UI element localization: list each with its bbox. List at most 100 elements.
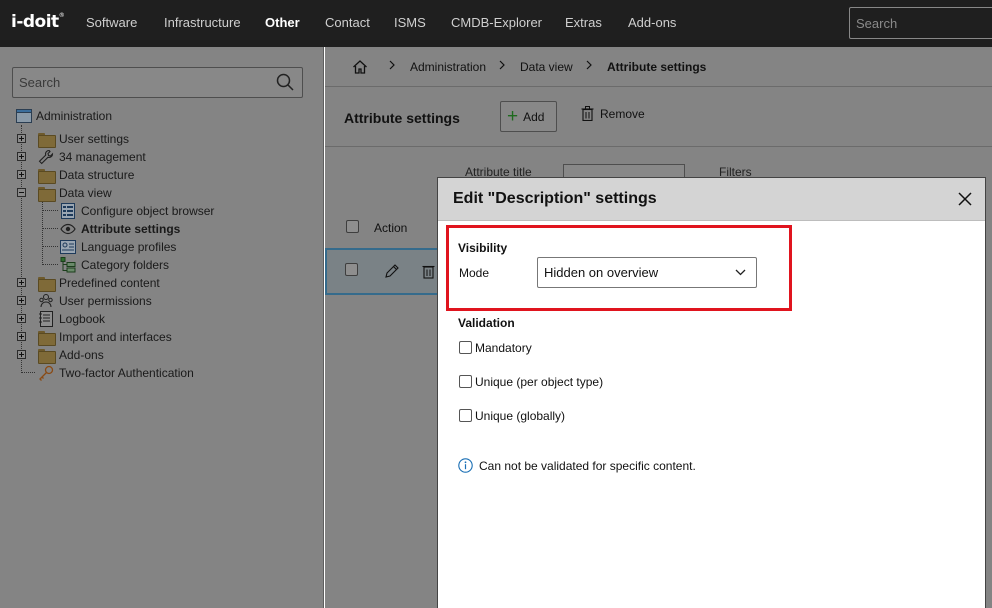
folder-icon <box>38 132 56 148</box>
row-trash-icon[interactable] <box>422 263 435 279</box>
sidebar-item-configure-object-browser[interactable]: Configure object browser <box>60 203 214 219</box>
tree-guide-line <box>42 246 58 247</box>
nav-contact[interactable]: Contact <box>325 15 370 30</box>
select-all-checkbox[interactable] <box>346 220 359 233</box>
sidebar-item-attribute-settings[interactable]: Attribute settings <box>60 221 180 237</box>
filter-input[interactable] <box>563 164 685 178</box>
trash-icon <box>581 106 594 121</box>
tree-guide-line <box>21 372 35 373</box>
expand-user-settings[interactable] <box>17 134 26 143</box>
mandatory-checkbox[interactable] <box>459 340 472 354</box>
tree-guide-line <box>42 264 58 265</box>
chevron-down-icon <box>735 269 746 276</box>
sidebar-search-input[interactable] <box>13 68 273 97</box>
visibility-section-title: Visibility <box>458 241 508 255</box>
sidebar-item-label: Configure object browser <box>81 204 215 218</box>
sidebar-item-add-ons[interactable]: Add-ons <box>38 347 104 364</box>
breadcrumb-administration[interactable]: Administration <box>410 60 486 74</box>
sidebar-item-language-profiles[interactable]: Language profiles <box>60 239 176 255</box>
expand-user-permissions[interactable] <box>17 296 26 305</box>
language-profile-icon <box>60 240 76 254</box>
nav-cmdb-explorer[interactable]: CMDB-Explorer <box>451 15 542 30</box>
logo-text: i-doit <box>11 12 59 32</box>
remove-button-label: Remove <box>600 106 645 121</box>
chevron-right-icon <box>389 60 395 70</box>
unique-globally-checkbox[interactable] <box>459 408 472 422</box>
expand-logbook[interactable] <box>17 314 26 323</box>
mandatory-label: Mandatory <box>475 341 532 355</box>
tree-root-administration[interactable]: Administration <box>16 108 112 124</box>
global-search-input[interactable] <box>849 7 992 39</box>
add-button-label: Add <box>523 109 545 124</box>
sidebar-item-user-permissions[interactable]: User permissions <box>38 293 152 309</box>
row-checkbox[interactable] <box>345 263 358 276</box>
sidebar-item-label: User permissions <box>59 294 152 308</box>
app-logo[interactable]: i-doit® <box>11 12 65 32</box>
expand-data-structure[interactable] <box>17 170 26 179</box>
table-row[interactable] <box>325 248 445 295</box>
breadcrumb-attribute-settings: Attribute settings <box>607 60 707 74</box>
window-icon <box>16 109 32 123</box>
edit-pencil-icon[interactable] <box>384 263 400 279</box>
nav-infrastructure[interactable]: Infrastructure <box>164 15 241 30</box>
sidebar-item-label: Language profiles <box>81 240 177 254</box>
expand-34-management[interactable] <box>17 152 26 161</box>
sidebar-item-category-folders[interactable]: Category folders <box>60 257 169 273</box>
top-navigation-bar: i-doit® Software Infrastructure Other Co… <box>0 0 992 47</box>
nav-software[interactable]: Software <box>86 15 137 30</box>
unique-per-type-checkbox[interactable] <box>459 374 472 388</box>
breadcrumb-data-view[interactable]: Data view <box>520 60 573 74</box>
unique-per-type-label: Unique (per object type) <box>475 375 604 389</box>
mode-select[interactable]: Hidden on overview <box>537 257 757 288</box>
sidebar-item-predefined-content[interactable]: Predefined content <box>38 275 160 292</box>
page-title: Attribute settings <box>344 110 460 126</box>
sidebar-item-label: Add-ons <box>59 348 104 362</box>
folder-icon <box>38 168 56 184</box>
sidebar-item-user-settings[interactable]: User settings <box>38 131 129 148</box>
sidebar-item-label: Import and interfaces <box>59 330 172 344</box>
page-toolbar: Attribute settings + Add Remove <box>325 88 992 147</box>
sidebar-item-data-structure[interactable]: Data structure <box>38 167 134 184</box>
sidebar-item-label: Data view <box>59 186 112 200</box>
dialog-title: Edit "Description" settings <box>453 190 657 207</box>
sidebar-item-logbook[interactable]: Logbook <box>38 311 105 327</box>
chevron-right-icon <box>499 60 505 70</box>
tree-root-label: Administration <box>36 109 113 123</box>
dialog-header: Edit "Description" settings <box>438 178 985 221</box>
sidebar-item-import-interfaces[interactable]: Import and interfaces <box>38 329 172 346</box>
close-icon[interactable] <box>957 191 973 207</box>
tree-guide-line <box>42 210 58 211</box>
remove-button[interactable]: Remove <box>581 106 645 121</box>
sidebar-item-34-management[interactable]: 34 management <box>38 149 146 165</box>
validation-info: Can not be validated for specific conten… <box>458 458 696 473</box>
plus-icon: + <box>507 106 519 127</box>
users-icon <box>39 294 53 308</box>
column-header-action: Action <box>374 221 408 235</box>
expand-import-interfaces[interactable] <box>17 332 26 341</box>
unique-per-type-option[interactable]: Unique (per object type) <box>459 374 604 389</box>
home-icon[interactable] <box>352 59 368 75</box>
mandatory-option[interactable]: Mandatory <box>459 340 532 355</box>
nav-extras[interactable]: Extras <box>565 15 602 30</box>
sidebar-item-two-factor-auth[interactable]: Two-factor Authentication <box>38 365 194 381</box>
collapse-data-view[interactable] <box>17 188 26 197</box>
info-icon <box>458 458 473 473</box>
expand-predefined-content[interactable] <box>17 278 26 287</box>
logo-trademark: ® <box>58 12 65 19</box>
add-button[interactable]: + Add <box>500 101 557 132</box>
nav-add-ons[interactable]: Add-ons <box>628 15 676 30</box>
object-browser-icon <box>61 203 75 219</box>
nav-isms[interactable]: ISMS <box>394 15 426 30</box>
sidebar: Administration User settings 34 manageme… <box>0 47 324 608</box>
breadcrumb: Administration Data view Attribute setti… <box>325 47 992 87</box>
sidebar-item-label: 34 management <box>59 150 146 164</box>
validation-section-title: Validation <box>458 316 515 330</box>
sidebar-item-label: Attribute settings <box>81 222 181 236</box>
search-icon[interactable] <box>276 73 294 91</box>
unique-globally-label: Unique (globally) <box>475 409 566 423</box>
chevron-right-icon <box>586 60 592 70</box>
unique-globally-option[interactable]: Unique (globally) <box>459 408 566 423</box>
expand-add-ons[interactable] <box>17 350 26 359</box>
sidebar-item-data-view[interactable]: Data view <box>38 185 112 202</box>
nav-other[interactable]: Other <box>265 15 300 30</box>
